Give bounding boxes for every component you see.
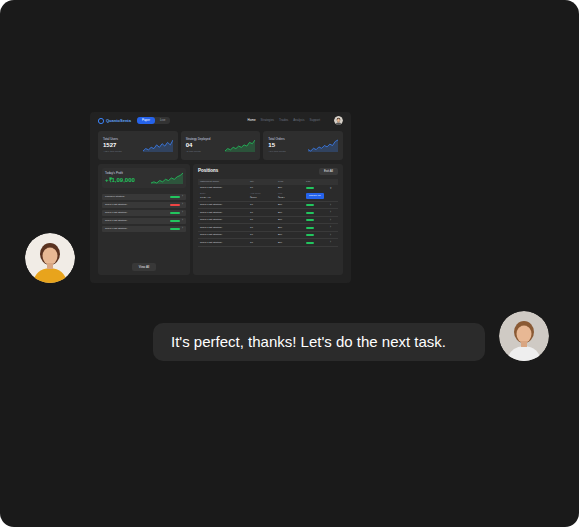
pnl-bar <box>306 242 314 244</box>
user-avatar <box>499 311 549 361</box>
mode-tab[interactable]: Paper <box>137 117 155 124</box>
pnl-bar <box>306 212 314 214</box>
pnl-bar <box>306 234 314 236</box>
assistant-avatar <box>25 233 75 283</box>
pnl-bar <box>306 187 314 189</box>
pnl-bar <box>306 204 314 206</box>
view-all-button[interactable]: View All <box>132 263 156 272</box>
strategy-row[interactable]: Super Fast Strategy› <box>102 226 186 232</box>
stat-card: Total Users1527+12% this month <box>98 131 178 160</box>
table-row[interactable]: Super Fast Strategy10Buy› <box>198 217 338 225</box>
exit-all-button[interactable]: Exit All <box>319 168 338 175</box>
logo-icon <box>98 118 104 124</box>
status-bar <box>170 204 180 206</box>
status-bar <box>170 196 180 198</box>
nav-link[interactable]: Strategies <box>261 118 275 123</box>
stat-card: Strategy Deployed04+2 this month <box>181 131 261 160</box>
nav-link[interactable]: Trades <box>279 118 288 123</box>
trend-chart <box>308 139 338 152</box>
nav-link[interactable]: Support <box>309 118 320 123</box>
table-row[interactable]: Super Fast Strategy10Buy› <box>198 224 338 232</box>
table-row[interactable]: Super Fast Strategy10Buy› <box>198 239 338 247</box>
status-bar <box>170 228 180 230</box>
strategy-row[interactable]: Super Fast Strategy› <box>102 210 186 216</box>
mode-toggle: PaperLive <box>137 117 171 124</box>
nav-link[interactable]: Analysis <box>293 118 304 123</box>
strategy-row[interactable]: Super Fast Strategy› <box>102 202 186 208</box>
dashboard-screenshot: QuantoSenta PaperLive Home Strategies Trades… <box>90 112 351 283</box>
strategy-row[interactable]: Frangelo Strategy› <box>102 194 186 200</box>
table-row[interactable]: Super Fast Strategy10Buy› <box>198 232 338 240</box>
table-row[interactable]: Super Fast Strategy10Buy› <box>198 209 338 217</box>
strategy-list: Frangelo Strategy› Super Fast Strategy› Su… <box>102 194 186 232</box>
profile-avatar <box>334 116 343 125</box>
strategy-row[interactable]: Super Fast Strategy› <box>102 218 186 224</box>
table-row[interactable]: Super Fast Strategy10Buy▾Entry10:24 AMAv… <box>198 185 338 202</box>
row-details: Entry10:24 AMAvg Price₹2000LTP₹2024Squar… <box>200 191 336 201</box>
trend-chart <box>151 172 183 184</box>
lower-section: Today's Profit+₹1,09,000Frangelo Strateg… <box>98 164 343 275</box>
pnl-bar <box>306 227 314 229</box>
positions-table: Instrument NameQtyTypeP&LSuper Fast Stra… <box>198 179 338 247</box>
positions-card: PositionsExit AllInstrument NameQtyTypeP… <box>193 164 343 275</box>
user-message: It's perfect, thanks! Let's do the next … <box>0 283 579 361</box>
table-row[interactable]: Super Fast Strategy10Buy› <box>198 202 338 210</box>
message-bubble: It's perfect, thanks! Let's do the next … <box>153 323 485 362</box>
square-off-button[interactable]: Square off <box>306 193 324 199</box>
trend-chart <box>225 139 255 152</box>
nav: Home Strategies Trades Analysis Support <box>248 118 320 123</box>
logo: QuantoSenta <box>98 118 131 124</box>
chat-canvas: QuantoSenta PaperLive Home Strategies Trades… <box>0 0 579 527</box>
assistant-message: QuantoSenta PaperLive Home Strategies Trades… <box>0 0 579 283</box>
trend-chart <box>143 139 173 152</box>
stats-row: Total Users1527+12% this monthStrategy D… <box>98 131 343 160</box>
nav-link[interactable]: Home <box>248 118 256 123</box>
status-bar <box>170 212 180 214</box>
status-bar <box>170 220 180 222</box>
top-bar: QuantoSenta PaperLive Home Strategies Trades… <box>98 112 343 129</box>
mode-tab[interactable]: Live <box>155 117 171 124</box>
portfolio-card: Today's Profit+₹1,09,000Frangelo Strateg… <box>98 164 190 275</box>
pnl-bar <box>306 219 314 221</box>
stat-card: Total Orders15+5% this month <box>263 131 343 160</box>
